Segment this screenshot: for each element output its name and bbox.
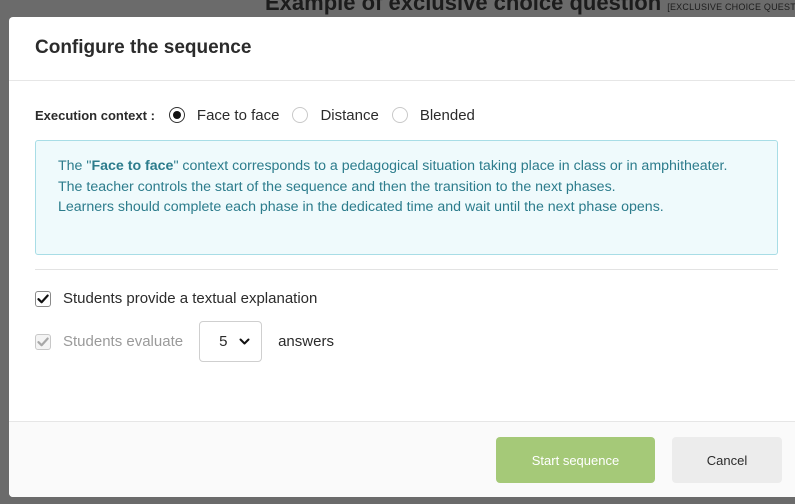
- checkmark-icon: [37, 294, 49, 303]
- answers-count-value: 5: [219, 333, 228, 350]
- cancel-button[interactable]: Cancel: [672, 437, 782, 483]
- textual-explanation-label[interactable]: Students provide a textual explanation: [63, 290, 317, 307]
- students-evaluate-label: Students evaluate: [63, 333, 184, 350]
- start-sequence-button[interactable]: Start sequence: [496, 437, 655, 483]
- info-line-1-prefix: The ": [58, 158, 92, 174]
- section-divider: [35, 269, 778, 270]
- answers-suffix-label: answers: [278, 333, 334, 350]
- background-page-title: Example of exclusive choice question [EX…: [265, 0, 795, 16]
- dialog-body: Execution context : Face to face Distanc…: [9, 105, 795, 362]
- radio-distance[interactable]: [292, 107, 309, 123]
- background-title-tag: [EXCLUSIVE CHOICE QUESTION]: [667, 2, 795, 12]
- students-evaluate-row: Students evaluate 5 answers: [35, 321, 778, 362]
- radio-label-distance[interactable]: Distance: [320, 107, 378, 124]
- radio-label-blended[interactable]: Blended: [420, 107, 475, 124]
- dialog-title: Configure the sequence: [35, 37, 252, 58]
- textual-explanation-row: Students provide a textual explanation: [35, 290, 778, 307]
- info-line-1: The "Face to face" context corresponds t…: [58, 156, 755, 177]
- radio-face-to-face[interactable]: [168, 107, 185, 123]
- radio-blended[interactable]: [391, 107, 408, 123]
- radio-label-face-to-face[interactable]: Face to face: [197, 107, 280, 124]
- answers-count-select[interactable]: 5: [199, 321, 263, 362]
- info-context-name: Face to face: [91, 158, 174, 174]
- textual-explanation-checkbox[interactable]: [35, 290, 51, 307]
- info-line-1-suffix: " context corresponds to a pedagogical s…: [173, 158, 728, 174]
- context-info-box: The "Face to face" context corresponds t…: [35, 140, 778, 255]
- dialog-footer: Start sequence Cancel: [9, 421, 795, 497]
- configure-sequence-dialog: Configure the sequence Execution context…: [9, 17, 795, 497]
- students-evaluate-checkbox[interactable]: [35, 333, 51, 350]
- info-line-3: Learners should complete each phase in t…: [58, 199, 664, 215]
- info-line-2: The teacher controls the start of the se…: [58, 178, 616, 195]
- checkmark-icon: [37, 337, 49, 346]
- execution-context-row: Execution context : Face to face Distanc…: [35, 105, 778, 125]
- chevron-down-icon: [239, 338, 250, 345]
- execution-context-label: Execution context :: [35, 107, 155, 123]
- dialog-header: Configure the sequence: [9, 17, 795, 81]
- background-title-text: Example of exclusive choice question: [265, 0, 662, 15]
